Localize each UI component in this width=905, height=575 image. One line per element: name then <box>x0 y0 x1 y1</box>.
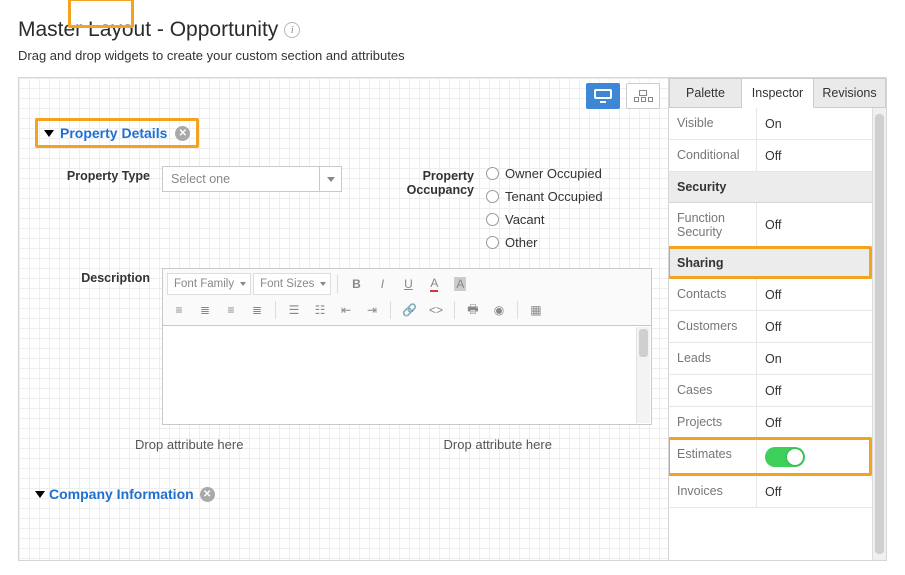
tree-icon <box>634 90 653 102</box>
inspector-row-estimates[interactable]: Estimates <box>669 439 872 476</box>
number-list-button[interactable]: ☷ <box>308 299 332 321</box>
outdent-button[interactable]: ⇤ <box>334 299 358 321</box>
close-icon[interactable]: ✕ <box>175 126 190 141</box>
radio-label: Owner Occupied <box>505 166 602 181</box>
text-color-button[interactable]: A <box>422 273 446 295</box>
editor-toolbar: Font Family Font Sizes B I U A A ≡ <box>162 268 652 325</box>
inspector-row-conditional[interactable]: Conditional Off <box>669 140 872 172</box>
tab-palette[interactable]: Palette <box>669 78 742 108</box>
chevron-down-icon[interactable] <box>44 130 54 137</box>
toggle-on[interactable] <box>765 447 805 467</box>
scrollbar[interactable] <box>872 108 886 560</box>
underline-button[interactable]: U <box>396 273 420 295</box>
inspector-row-leads[interactable]: LeadsOn <box>669 343 872 375</box>
description-label: Description <box>35 268 150 425</box>
radio-label: Other <box>505 235 538 250</box>
info-icon[interactable]: i <box>284 22 300 38</box>
view-desktop-button[interactable] <box>586 83 620 109</box>
page-subtitle: Drag and drop widgets to create your cus… <box>18 48 887 63</box>
align-left-button[interactable]: ≡ <box>167 299 191 321</box>
section-property-details-title[interactable]: Property Details <box>60 125 167 141</box>
link-button[interactable]: 🔗 <box>397 299 422 321</box>
drop-attribute-zone[interactable]: Drop attribute here <box>444 437 552 452</box>
bullet-list-button[interactable]: ☰ <box>282 299 306 321</box>
highlight-button[interactable]: A <box>448 273 472 295</box>
page-title: Master Layout - Opportunity <box>18 18 278 42</box>
scrollbar[interactable] <box>636 327 650 423</box>
radio-tenant-occupied[interactable]: Tenant Occupied <box>486 189 652 204</box>
inspector-row-function-security[interactable]: Function Security Off <box>669 203 872 248</box>
italic-button[interactable]: I <box>370 273 394 295</box>
align-center-button[interactable]: ≣ <box>193 299 217 321</box>
font-family-dropdown[interactable]: Font Family <box>167 273 251 295</box>
font-sizes-dropdown[interactable]: Font Sizes <box>253 273 331 295</box>
inspector-row-invoices[interactable]: InvoicesOff <box>669 476 872 508</box>
align-right-button[interactable]: ≡ <box>219 299 243 321</box>
select-placeholder: Select one <box>171 172 230 186</box>
property-occupancy-label: Property Occupancy <box>374 166 474 250</box>
radio-other[interactable]: Other <box>486 235 652 250</box>
radio-label: Tenant Occupied <box>505 189 603 204</box>
tab-revisions[interactable]: Revisions <box>814 78 886 108</box>
tab-inspector[interactable]: Inspector <box>742 78 814 108</box>
inspector-row-contacts[interactable]: ContactsOff <box>669 279 872 311</box>
view-hierarchy-button[interactable] <box>626 83 660 109</box>
radio-owner-occupied[interactable]: Owner Occupied <box>486 166 652 181</box>
close-icon[interactable]: ✕ <box>200 487 215 502</box>
layout-canvas[interactable]: Property Details ✕ Property Type Select … <box>19 78 668 560</box>
inspector-group-security: Security <box>669 172 872 203</box>
print-button[interactable]: 🖶 <box>461 299 485 321</box>
inspector-row-projects[interactable]: ProjectsOff <box>669 407 872 439</box>
radio-label: Vacant <box>505 212 545 227</box>
indent-button[interactable]: ⇥ <box>360 299 384 321</box>
section-company-info-title[interactable]: Company Information <box>49 486 194 502</box>
preview-button[interactable]: ◉ <box>487 299 511 321</box>
code-button[interactable]: <> <box>424 299 448 321</box>
inspector-row-cases[interactable]: CasesOff <box>669 375 872 407</box>
inspector-row-visible[interactable]: Visible On <box>669 108 872 140</box>
bold-button[interactable]: B <box>344 273 368 295</box>
property-type-label: Property Type <box>35 166 150 250</box>
table-button[interactable]: ▦ <box>524 299 548 321</box>
inspector-row-customers[interactable]: CustomersOff <box>669 311 872 343</box>
chevron-down-icon <box>327 177 335 182</box>
inspector-group-sharing: Sharing <box>669 248 872 279</box>
drop-attribute-zone[interactable]: Drop attribute here <box>135 437 243 452</box>
property-type-select[interactable]: Select one <box>162 166 342 192</box>
right-panel: Palette Inspector Revisions Visible On C… <box>668 78 886 560</box>
radio-vacant[interactable]: Vacant <box>486 212 652 227</box>
chevron-down-icon[interactable] <box>35 491 45 498</box>
monitor-icon <box>594 89 612 103</box>
align-justify-button[interactable]: ≣ <box>245 299 269 321</box>
description-editor[interactable] <box>162 325 652 425</box>
